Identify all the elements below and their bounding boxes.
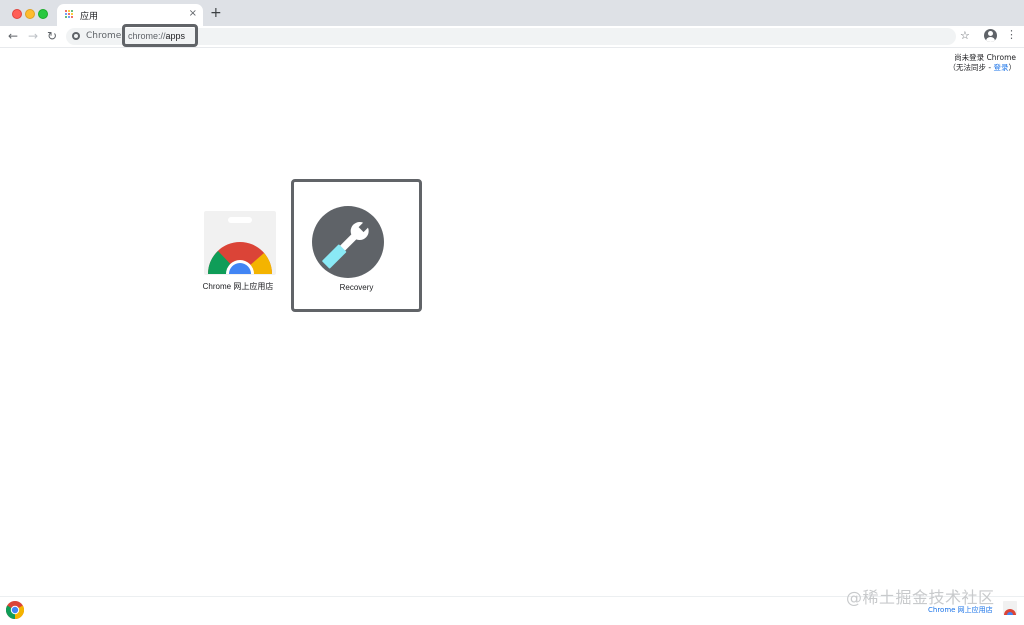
site-info-icon[interactable] [72,32,80,40]
app-chrome-web-store[interactable]: Chrome 网上应用店 [198,211,278,292]
tab-apps[interactable]: 应用 × [57,4,203,26]
reload-button[interactable]: ↻ [47,29,57,43]
footer-webstore-link[interactable]: Chrome 网上应用店 [928,605,993,615]
chrome-logo-icon [6,601,24,619]
favicon-dot [71,13,73,15]
zoom-window-button[interactable] [38,9,48,19]
toolbar: ← → ↻ Chrome chrome://apps ☆ ⋮ [0,24,1024,48]
menu-icon[interactable]: ⋮ [1006,29,1017,41]
url-path: apps [165,31,186,41]
app-recovery[interactable]: Recovery [291,179,422,312]
tab-close-icon[interactable]: × [189,8,197,20]
address-bar[interactable]: Chrome chrome://apps [66,24,956,47]
bookmark-star-icon[interactable]: ☆ [960,29,970,42]
favicon-dot [71,10,73,12]
favicon-dot [65,10,67,12]
apps-grid-icon [65,10,74,19]
chrome-web-store-icon [204,211,276,275]
favicon-dot [68,16,70,18]
favicon-dot [68,10,70,12]
close-window-button[interactable] [12,9,22,19]
tab-title: 应用 [80,12,99,22]
recovery-wrench-icon [312,206,384,278]
profile-avatar-icon[interactable] [984,29,997,42]
favicon-dot [68,13,70,15]
favicon-dot [65,16,67,18]
tab-strip: 应用 × + [0,0,1024,26]
forward-button[interactable]: → [28,29,38,43]
signin-line1: 尚未登录 Chrome [954,53,1016,62]
signin-prefix: （无法同步 - [948,63,994,72]
minimize-window-button[interactable] [25,9,35,19]
favicon-dot [71,16,73,18]
favicon-dot [65,13,67,15]
web-store-icon[interactable] [1003,601,1017,615]
back-button[interactable]: ← [8,29,18,43]
app-label: Recovery [339,283,374,292]
new-tab-button[interactable]: + [210,6,222,20]
site-label: Chrome [86,31,122,41]
app-label: Chrome 网上应用店 [202,282,274,291]
signin-suffix: ） [1008,63,1017,72]
url-scheme: chrome:// [128,31,166,41]
signin-status: 尚未登录 Chrome （无法同步 - 登录） [949,53,1016,73]
signin-link[interactable]: 登录 [994,63,1009,72]
url-text[interactable]: chrome://apps [128,31,185,41]
signin-line2: （无法同步 - 登录） [949,63,1016,73]
